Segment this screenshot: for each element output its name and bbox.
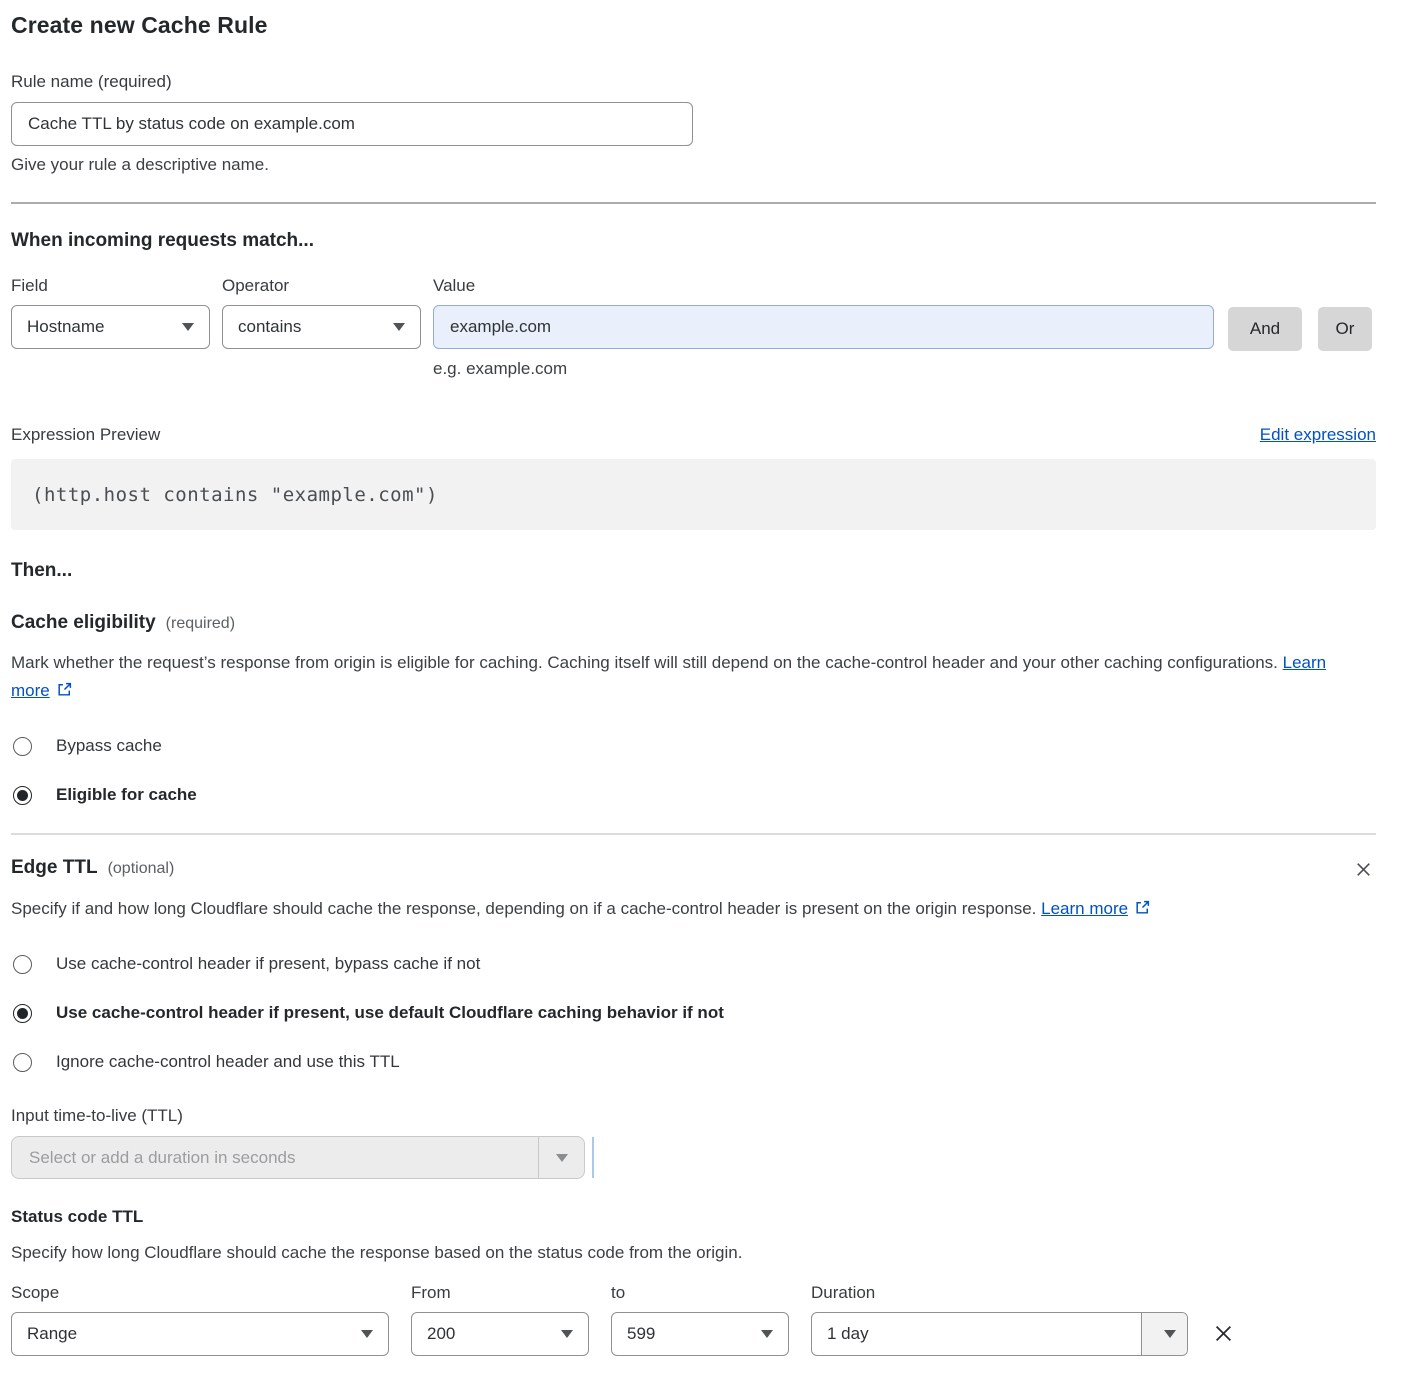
to-select-value: 599 bbox=[627, 1324, 655, 1344]
status-code-row: Scope Range From 200 to 599 Duration 1 d… bbox=[11, 1270, 1376, 1356]
radio-option-bypass-cache[interactable]: Bypass cache bbox=[11, 736, 1376, 756]
remove-edge-ttl-button[interactable] bbox=[1351, 857, 1376, 882]
scope-label: Scope bbox=[11, 1283, 389, 1303]
section-divider bbox=[11, 202, 1376, 204]
match-builder-row: Field Hostname Operator contains Value e… bbox=[11, 276, 1376, 379]
learn-more-link[interactable]: Learn more bbox=[1041, 899, 1128, 918]
radio-button[interactable] bbox=[13, 1053, 32, 1072]
expression-code: (http.host contains "example.com") bbox=[32, 484, 438, 506]
ttl-input-label: Input time-to-live (TTL) bbox=[11, 1106, 1376, 1126]
radio-option-header-bypass[interactable]: Use cache-control header if present, byp… bbox=[11, 954, 1376, 974]
from-select[interactable]: 200 bbox=[411, 1312, 589, 1356]
rule-name-input[interactable] bbox=[11, 102, 693, 146]
radio-button-selected[interactable] bbox=[13, 786, 32, 805]
radio-label: Use cache-control header if present, use… bbox=[56, 1003, 724, 1023]
edge-ttl-description: Specify if and how long Cloudflare shoul… bbox=[11, 895, 1356, 925]
field-select-value: Hostname bbox=[27, 317, 104, 337]
field-label: Field bbox=[11, 276, 210, 296]
radio-label: Eligible for cache bbox=[56, 785, 197, 805]
create-cache-rule-form: Create new Cache Rule Rule name (require… bbox=[0, 0, 1412, 1396]
expression-code-block: (http.host contains "example.com") bbox=[11, 459, 1376, 530]
rule-name-label: Rule name (required) bbox=[11, 72, 1376, 92]
operator-select[interactable]: contains bbox=[222, 305, 421, 349]
duration-label: Duration bbox=[811, 1283, 1188, 1303]
chevron-down-icon bbox=[361, 1330, 373, 1338]
radio-label: Use cache-control header if present, byp… bbox=[56, 954, 480, 974]
to-select[interactable]: 599 bbox=[611, 1312, 789, 1356]
radio-button-selected[interactable] bbox=[13, 1004, 32, 1023]
chevron-down-icon bbox=[393, 323, 405, 331]
and-button[interactable]: And bbox=[1228, 307, 1302, 351]
from-select-value: 200 bbox=[427, 1324, 455, 1344]
from-label: From bbox=[411, 1283, 589, 1303]
match-heading: When incoming requests match... bbox=[11, 230, 1376, 252]
chevron-down-icon bbox=[561, 1330, 573, 1338]
scope-select[interactable]: Range bbox=[11, 1312, 389, 1356]
section-divider bbox=[11, 833, 1376, 835]
external-link-icon bbox=[56, 679, 73, 707]
radio-button[interactable] bbox=[13, 955, 32, 974]
to-label: to bbox=[611, 1283, 789, 1303]
optional-tag: (optional) bbox=[108, 860, 175, 878]
remove-status-code-row-button[interactable] bbox=[1210, 1320, 1237, 1347]
ttl-duration-select[interactable]: Select or add a duration in seconds bbox=[11, 1136, 585, 1179]
radio-option-ignore-header[interactable]: Ignore cache-control header and use this… bbox=[11, 1052, 1376, 1072]
value-input[interactable] bbox=[433, 305, 1214, 349]
page-title: Create new Cache Rule bbox=[11, 12, 1376, 39]
status-code-ttl-description: Specify how long Cloudflare should cache… bbox=[11, 1243, 1376, 1263]
cache-eligibility-title: Cache eligibility bbox=[11, 612, 156, 634]
external-link-icon bbox=[1134, 897, 1151, 925]
expression-preview-label: Expression Preview bbox=[11, 425, 160, 445]
required-tag: (required) bbox=[166, 615, 235, 633]
chevron-down-icon[interactable] bbox=[1141, 1313, 1187, 1355]
rule-name-help: Give your rule a descriptive name. bbox=[11, 155, 1376, 175]
chevron-down-icon bbox=[761, 1330, 773, 1338]
radio-button[interactable] bbox=[13, 737, 32, 756]
operator-label: Operator bbox=[222, 276, 421, 296]
field-select[interactable]: Hostname bbox=[11, 305, 210, 349]
edge-ttl-title: Edge TTL bbox=[11, 857, 98, 879]
radio-option-eligible-for-cache[interactable]: Eligible for cache bbox=[11, 785, 1376, 805]
text-cursor bbox=[592, 1137, 594, 1178]
chevron-down-icon bbox=[538, 1137, 584, 1178]
duration-select-value: 1 day bbox=[812, 1313, 1141, 1355]
scope-select-value: Range bbox=[27, 1324, 77, 1344]
cache-eligibility-description: Mark whether the request’s response from… bbox=[11, 649, 1356, 707]
or-button[interactable]: Or bbox=[1318, 307, 1372, 351]
duration-select[interactable]: 1 day bbox=[811, 1312, 1188, 1356]
operator-select-value: contains bbox=[238, 317, 301, 337]
then-heading: Then... bbox=[11, 560, 1376, 582]
chevron-down-icon bbox=[182, 323, 194, 331]
ttl-duration-placeholder: Select or add a duration in seconds bbox=[12, 1137, 538, 1178]
edit-expression-link[interactable]: Edit expression bbox=[1260, 425, 1376, 445]
radio-label: Bypass cache bbox=[56, 736, 162, 756]
radio-label: Ignore cache-control header and use this… bbox=[56, 1052, 400, 1072]
value-label: Value bbox=[433, 276, 1214, 296]
value-help: e.g. example.com bbox=[433, 359, 1214, 379]
status-code-ttl-title: Status code TTL bbox=[11, 1207, 1376, 1227]
radio-option-header-default[interactable]: Use cache-control header if present, use… bbox=[11, 1003, 1376, 1023]
